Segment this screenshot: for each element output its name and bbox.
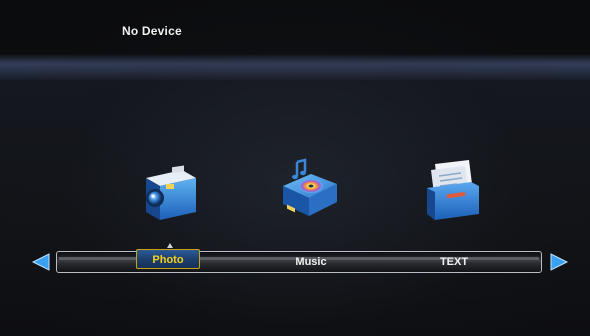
menu-item-text[interactable]: TEXT (429, 254, 479, 270)
document-folder-icon[interactable] (421, 158, 485, 222)
media-menu-bar: Photo Music TEXT (56, 249, 542, 273)
camera-icon[interactable] (138, 160, 202, 224)
device-status-label: No Device (122, 24, 182, 38)
media-player-screen: No Device Photo Music TEXT (0, 0, 590, 336)
selection-caret-icon (167, 243, 173, 248)
left-arrow-icon[interactable] (31, 252, 51, 272)
music-projector-icon[interactable] (277, 156, 341, 220)
header-band (0, 54, 590, 80)
right-arrow-icon[interactable] (549, 252, 569, 272)
menu-item-music[interactable]: Music (283, 254, 339, 270)
menu-item-photo[interactable]: Photo (136, 249, 200, 269)
